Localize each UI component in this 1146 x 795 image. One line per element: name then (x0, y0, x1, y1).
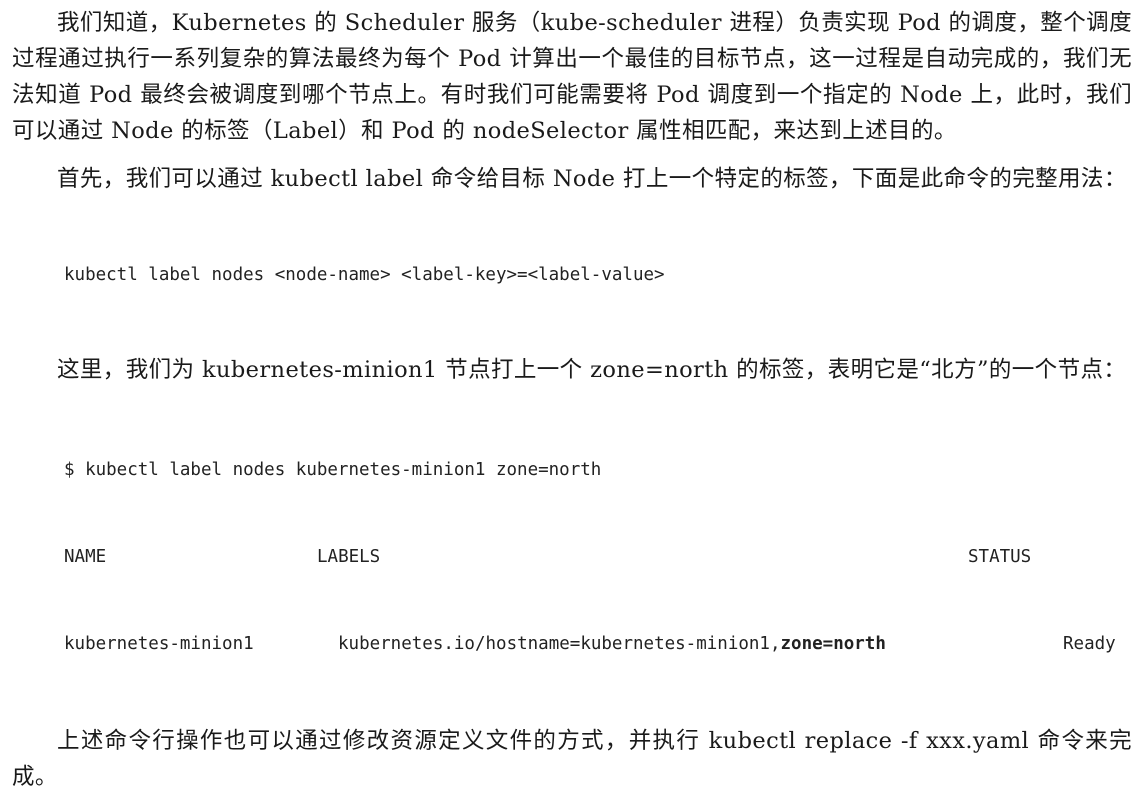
code-block-example: $ kubectl label nodes kubernetes-minion1… (12, 398, 1132, 717)
output-cell-labels: kubernetes.io/hostname=kubernetes-minion… (338, 630, 886, 659)
output-header-labels: LABELS (317, 547, 381, 567)
paragraph-scheduler-intro: 我们知道，Kubernetes 的 Scheduler 服务（kube-sche… (12, 10, 1132, 144)
output-data-row: kubernetes-minion1 kubernetes.io/hostnam… (64, 630, 1132, 659)
output-header-name: NAME (64, 547, 107, 567)
output-cell-name: kubernetes-minion1 (64, 634, 254, 654)
output-header-status: STATUS (968, 547, 1032, 567)
output-header-row: NAME LABELS STATUS (64, 543, 1132, 572)
output-cell-status: Ready (1063, 634, 1116, 654)
output-cell-labels-bold: zone=north (780, 634, 886, 654)
code-block-usage: kubectl label nodes <node-name> <label-k… (12, 203, 1132, 348)
paragraph-replace-note: 上述命令行操作也可以通过修改资源定义文件的方式，并执行 kubectl repl… (12, 728, 1132, 790)
document-page: 我们知道，Kubernetes 的 Scheduler 服务（kube-sche… (0, 0, 1146, 790)
code-line-usage: kubectl label nodes <node-name> <label-k… (64, 265, 665, 285)
paragraph-label-example-intro: 这里，我们为 kubernetes-minion1 节点打上一个 zone=no… (57, 357, 1127, 383)
output-cell-labels-plain: kubernetes.io/hostname=kubernetes-minion… (338, 634, 781, 654)
code-line-command: $ kubectl label nodes kubernetes-minion1… (64, 460, 602, 480)
paragraph-label-command-intro: 首先，我们可以通过 kubectl label 命令给目标 Node 打上一个特… (57, 166, 1127, 192)
